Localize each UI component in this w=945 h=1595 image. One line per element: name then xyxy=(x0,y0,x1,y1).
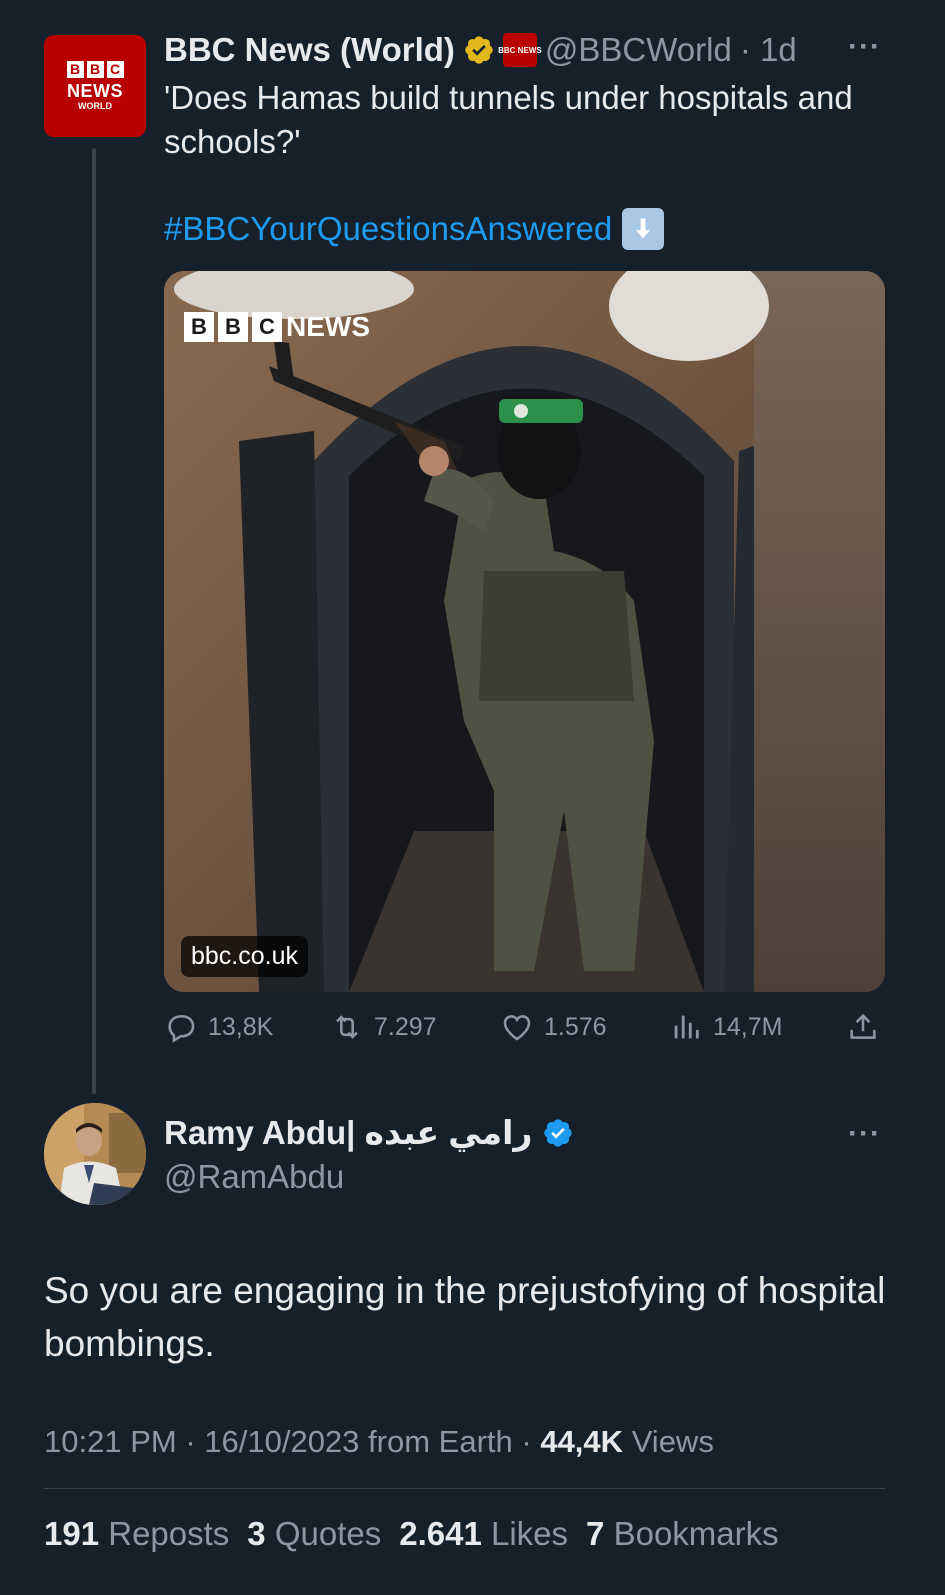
bbc-block: B xyxy=(66,60,84,78)
like-count: 1.576 xyxy=(544,1012,607,1041)
share-icon xyxy=(850,1013,876,1039)
reposts-count: 191 xyxy=(44,1515,100,1552)
tweet-action-bar: 13,8K 7.297 1.576 14,7M xyxy=(164,1010,884,1050)
tunnel-photo xyxy=(164,271,885,992)
repost-button[interactable]: 7.297 xyxy=(330,1010,437,1044)
thread-line xyxy=(92,148,96,1094)
quotes-count: 3 xyxy=(247,1515,266,1552)
divider xyxy=(44,1488,885,1489)
bbc-logo-news: NEWS xyxy=(67,80,123,101)
link-domain-label[interactable]: bbc.co.uk xyxy=(181,936,309,977)
likes-stat[interactable]: 2.641 Likes xyxy=(399,1515,568,1553)
reply-views-count: 44,4K xyxy=(540,1424,624,1459)
reply-date[interactable]: 16/10/2023 xyxy=(204,1424,359,1459)
verified-blue-icon xyxy=(544,1118,573,1147)
avatar-photo xyxy=(44,1103,146,1205)
watermark-news: NEWS xyxy=(286,311,370,342)
like-icon xyxy=(503,1015,531,1041)
reply-button[interactable]: 13,8K xyxy=(164,1010,273,1044)
likes-label: Likes xyxy=(491,1515,569,1552)
tweet-time[interactable]: · 1d xyxy=(740,31,797,69)
verified-gold-icon xyxy=(465,36,493,64)
reposts-stat[interactable]: 191 Reposts xyxy=(44,1515,229,1553)
bbc-block: B xyxy=(86,60,104,78)
more-options-icon[interactable]: ··· xyxy=(848,1117,881,1151)
bbc-avatar[interactable]: B B C NEWS WORLD xyxy=(44,35,146,137)
bbc-news-watermark: B B C NEWS xyxy=(184,311,370,343)
quotes-label: Quotes xyxy=(274,1515,382,1552)
bookmarks-count: 7 xyxy=(586,1515,605,1552)
more-options-icon[interactable]: ··· xyxy=(848,30,881,64)
bbc-logo-blocks: B B C xyxy=(66,60,124,78)
reply-icon xyxy=(168,1015,195,1043)
tweet-media-image[interactable]: B B C NEWS bbc.co.uk xyxy=(164,271,885,992)
reply-views-label: Views xyxy=(631,1424,714,1459)
reply-source: from Earth xyxy=(368,1424,513,1459)
repost-count: 7.297 xyxy=(374,1012,437,1041)
share-button[interactable] xyxy=(846,1010,880,1044)
reply-time[interactable]: 10:21 PM xyxy=(44,1424,177,1459)
hashtag-row: #BBCYourQuestionsAnswered xyxy=(164,208,665,250)
reply-meta: 10:21 PM · 16/10/2023 from Earth · 44,4K… xyxy=(44,1424,714,1460)
author-name[interactable]: BBC News (World) xyxy=(164,31,455,69)
bookmarks-stat[interactable]: 7 Bookmarks xyxy=(586,1515,779,1553)
likes-count: 2.641 xyxy=(399,1515,482,1552)
bbc-logo-world: WORLD xyxy=(78,100,112,111)
views-button[interactable]: 14,7M xyxy=(669,1010,782,1044)
bookmarks-label: Bookmarks xyxy=(613,1515,779,1552)
meta-separator: · xyxy=(185,1424,205,1459)
author-handle[interactable]: @BBCWorld xyxy=(545,31,732,69)
bbc-affiliation-badge[interactable]: BBC NEWS xyxy=(498,33,542,67)
tweet-header: BBC News (World) BBC NEWS @BBCWorld · 1d xyxy=(164,30,797,70)
reply-text: So you are engaging in the prejustofying… xyxy=(44,1270,886,1364)
quotes-stat[interactable]: 3 Quotes xyxy=(247,1515,381,1553)
views-icon xyxy=(674,1015,699,1039)
reply-stats: 191 Reposts 3 Quotes 2.641 Likes 7 Bookm… xyxy=(44,1515,779,1553)
tweet-text: 'Does Hamas build tunnels under hospital… xyxy=(164,79,853,160)
watermark-block: B xyxy=(184,312,214,342)
watermark-block: B xyxy=(218,312,248,342)
reply-count: 13,8K xyxy=(208,1012,274,1041)
watermark-block: C xyxy=(252,312,282,342)
down-arrow-emoji-icon xyxy=(622,208,665,250)
repost-icon xyxy=(336,1015,358,1039)
bbc-block: C xyxy=(106,60,124,78)
reply-header: Ramy Abdu| رامي عبده xyxy=(164,1113,574,1152)
meta-separator: · xyxy=(521,1424,541,1459)
hashtag-link[interactable]: #BBCYourQuestionsAnswered xyxy=(164,210,612,248)
reposts-label: Reposts xyxy=(108,1515,230,1552)
views-count: 14,7M xyxy=(713,1012,783,1041)
ramy-avatar[interactable] xyxy=(44,1103,146,1205)
like-button[interactable]: 1.576 xyxy=(500,1010,607,1044)
reply-author-name[interactable]: Ramy Abdu| رامي عبده xyxy=(164,1113,532,1152)
reply-author-handle[interactable]: @RamAbdu xyxy=(164,1158,344,1196)
